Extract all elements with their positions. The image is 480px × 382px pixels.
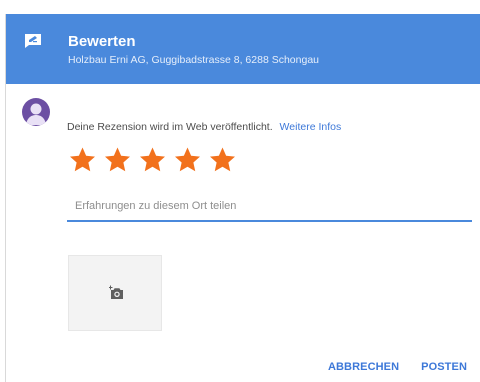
more-info-link[interactable]: Weitere Infos: [280, 121, 342, 133]
star-icon[interactable]: [172, 145, 203, 175]
cancel-button[interactable]: ABBRECHEN: [328, 360, 399, 374]
publish-notice: Deine Rezension wird im Web veröffentlic…: [67, 121, 341, 133]
review-input[interactable]: [67, 192, 472, 222]
page-title: Bewerten: [68, 33, 136, 50]
rating-icon: [25, 34, 41, 48]
avatar-silhouette-icon: [26, 103, 46, 125]
dialog-actions: ABBRECHEN POSTEN: [328, 360, 467, 374]
star-rating: [67, 145, 238, 175]
place-address: Holzbau Erni AG, Guggibadstrasse 8, 6288…: [68, 54, 319, 66]
post-button[interactable]: POSTEN: [421, 360, 467, 374]
star-icon[interactable]: [207, 145, 238, 175]
top-strip: [0, 0, 480, 14]
star-icon[interactable]: [67, 145, 98, 175]
star-icon[interactable]: [102, 145, 133, 175]
review-dialog: Bewerten Holzbau Erni AG, Guggibadstrass…: [0, 0, 480, 382]
user-avatar-icon: [22, 98, 50, 126]
dialog-header: Bewerten Holzbau Erni AG, Guggibadstrass…: [6, 14, 480, 84]
add-photo-button[interactable]: [68, 255, 162, 331]
star-icon[interactable]: [137, 145, 168, 175]
add-photo-icon: [109, 285, 123, 299]
publish-notice-text: Deine Rezension wird im Web veröffentlic…: [67, 121, 273, 133]
